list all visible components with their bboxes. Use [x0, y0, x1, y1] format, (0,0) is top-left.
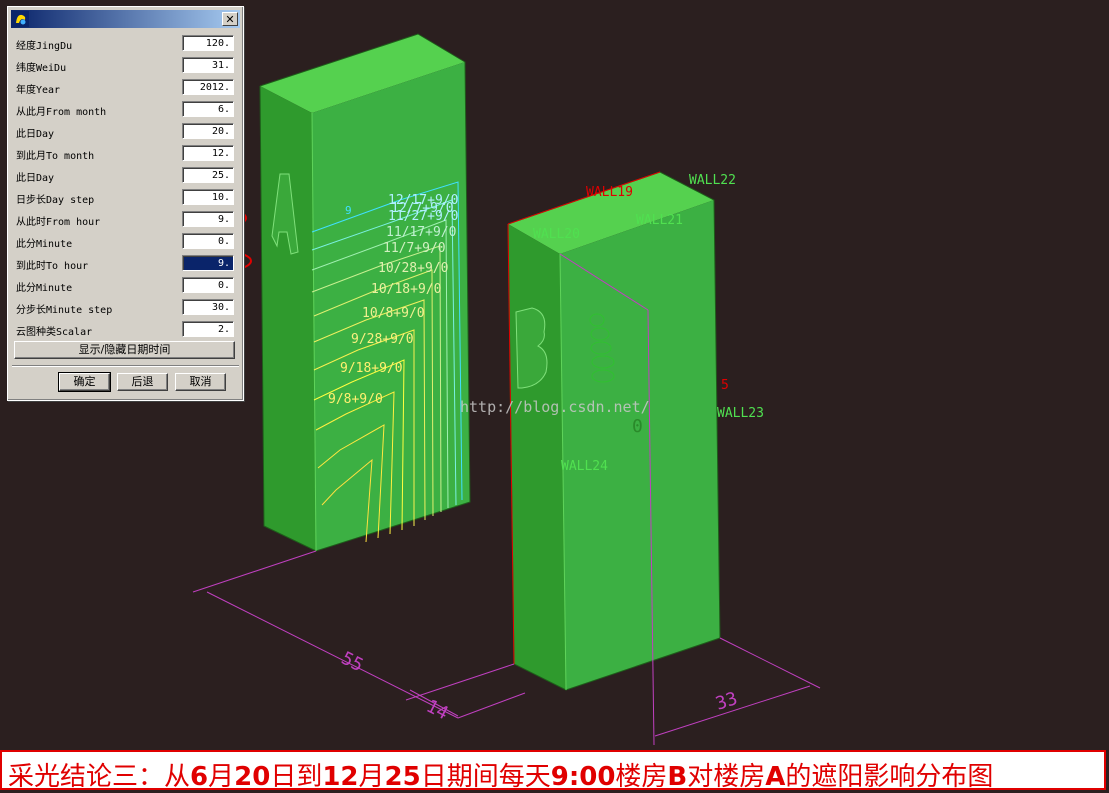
caption-number: 20 — [234, 762, 271, 792]
from-minute-input[interactable]: 0. — [182, 233, 234, 249]
caption-part: 日到 — [270, 762, 323, 792]
field-label: 从此月From month — [16, 107, 107, 118]
field-label: 日步长Day step — [16, 195, 95, 206]
year-input[interactable]: 2012. — [182, 79, 234, 95]
caption-part: 日期间每天 — [420, 762, 551, 792]
cancel-button[interactable]: 取消 — [175, 373, 226, 391]
caption-part: 月 — [358, 762, 385, 792]
contour-small-label: 9 — [345, 204, 352, 217]
field-label: 此日Day — [16, 129, 55, 140]
caption-text: 采光结论三：从6月20日到12月25日期间每天9:00楼房B对楼房A的遮阳影响分… — [8, 756, 993, 793]
contour-label: 11/7+9/0 — [383, 241, 446, 256]
field-row-to-month: 到此月To month 12. — [14, 145, 238, 163]
to-day-input[interactable]: 25. — [182, 167, 234, 183]
field-label: 年度Year — [16, 85, 61, 96]
longitude-input[interactable]: 120. — [182, 35, 234, 51]
dialog-separator — [12, 365, 239, 367]
field-label: 此日Day — [16, 173, 55, 184]
wall-label: WALL22 — [689, 173, 736, 188]
building-b-letter: B — [520, 340, 521, 341]
caption-banner: 采光结论三：从6月20日到12月25日期间每天9:00楼房B对楼房A的遮阳影响分… — [0, 750, 1106, 793]
contour-label: 9/28+9/0 — [351, 332, 414, 347]
app-icon — [13, 11, 29, 27]
field-label: 纬度WeiDu — [16, 63, 67, 74]
contour-label: 9/8+9/0 — [328, 392, 383, 407]
face-mark: 0 — [632, 416, 643, 437]
field-row-longitude: 经度JingDu 120. — [14, 35, 238, 53]
caption-number: 6 — [190, 762, 209, 792]
minute-step-input[interactable]: 30. — [182, 299, 234, 315]
close-button[interactable]: ✕ — [222, 12, 238, 26]
wall-label: WALL21 — [636, 213, 683, 228]
caption-part: 采光结论三：从 — [8, 762, 191, 792]
caption-part: 月 — [208, 762, 235, 792]
wall-label: WALL23 — [717, 406, 764, 421]
caption-part: 楼房 — [615, 762, 668, 792]
dimension-length: 55 — [338, 648, 367, 677]
caption-building: A — [765, 762, 786, 792]
caption-part: 对楼房 — [687, 762, 766, 792]
dimension-width: 33 — [713, 688, 740, 715]
red-mark: 5 — [721, 378, 729, 393]
from-month-input[interactable]: 6. — [182, 101, 234, 117]
field-row-to-day: 此日Day 25. — [14, 167, 238, 185]
wall-label: WALL20 — [533, 227, 580, 242]
building-a-letter: A — [275, 210, 276, 211]
field-label: 分步长Minute step — [16, 305, 113, 316]
field-label: 云图种类Scalar — [16, 327, 93, 338]
day-step-input[interactable]: 10. — [182, 189, 234, 205]
field-row-from-hour: 从此时From hour 9. — [14, 211, 238, 229]
field-row-latitude: 纬度WeiDu 31. — [14, 57, 238, 75]
from-hour-input[interactable]: 9. — [182, 211, 234, 227]
wall-label: WALL19 — [586, 185, 633, 200]
to-month-input[interactable]: 12. — [182, 145, 234, 161]
caption-part: 的遮阳影响分布图 — [785, 762, 994, 792]
caption-number: 25 — [384, 762, 421, 792]
contour-label: 10/18+9/0 — [371, 282, 441, 297]
field-row-to-hour: 到此时To hour 9. — [14, 255, 238, 273]
field-label: 经度JingDu — [16, 41, 73, 52]
back-button[interactable]: 后退 — [117, 373, 168, 391]
field-row-from-day: 此日Day 20. — [14, 123, 238, 141]
contour-label: 11/27+9/0 — [388, 209, 458, 224]
caption-building: B — [667, 762, 688, 792]
dialog-titlebar[interactable]: ✕ — [11, 10, 240, 28]
field-label: 到此月To month — [16, 151, 95, 162]
from-day-input[interactable]: 20. — [182, 123, 234, 139]
contour-label: 10/28+9/0 — [378, 261, 448, 276]
watermark: http://blog.csdn.net/ — [460, 398, 650, 416]
field-label: 从此时From hour — [16, 217, 101, 228]
building-b — [507, 171, 721, 691]
field-row-year: 年度Year 2012. — [14, 79, 238, 97]
field-row-from-minute: 此分Minute 0. — [14, 233, 238, 251]
ok-button[interactable]: 确定 — [58, 372, 111, 392]
wall-label: WALL24 — [561, 459, 608, 474]
field-label: 此分Minute — [16, 283, 73, 294]
field-row-minute-step: 分步长Minute step 30. — [14, 299, 238, 317]
field-row-from-month: 从此月From month 6. — [14, 101, 238, 119]
scalar-input[interactable]: 2. — [182, 321, 234, 337]
caption-time: 9:00 — [550, 762, 616, 792]
field-label: 到此时To hour — [16, 261, 89, 272]
toggle-datetime-button[interactable]: 显示/隐藏日期时间 — [14, 341, 235, 359]
field-label: 此分Minute — [16, 239, 73, 250]
field-row-to-minute: 此分Minute 0. — [14, 277, 238, 295]
field-row-day-step: 日步长Day step 10. — [14, 189, 238, 207]
to-minute-input[interactable]: 0. — [182, 277, 234, 293]
field-row-scalar: 云图种类Scalar 2. — [14, 321, 238, 339]
to-hour-input[interactable]: 9. — [182, 255, 234, 271]
latitude-input[interactable]: 31. — [182, 57, 234, 73]
contour-label: 11/17+9/0 — [386, 225, 456, 240]
dimension-gap: 14 — [423, 696, 452, 725]
contour-label: 9/18+9/0 — [340, 361, 403, 376]
solar-params-dialog: ✕ 经度JingDu 120. 纬度WeiDu 31. 年度Year 2012. 从此… — [7, 6, 244, 401]
caption-number: 12 — [322, 762, 359, 792]
contour-label: 10/8+9/0 — [362, 306, 425, 321]
